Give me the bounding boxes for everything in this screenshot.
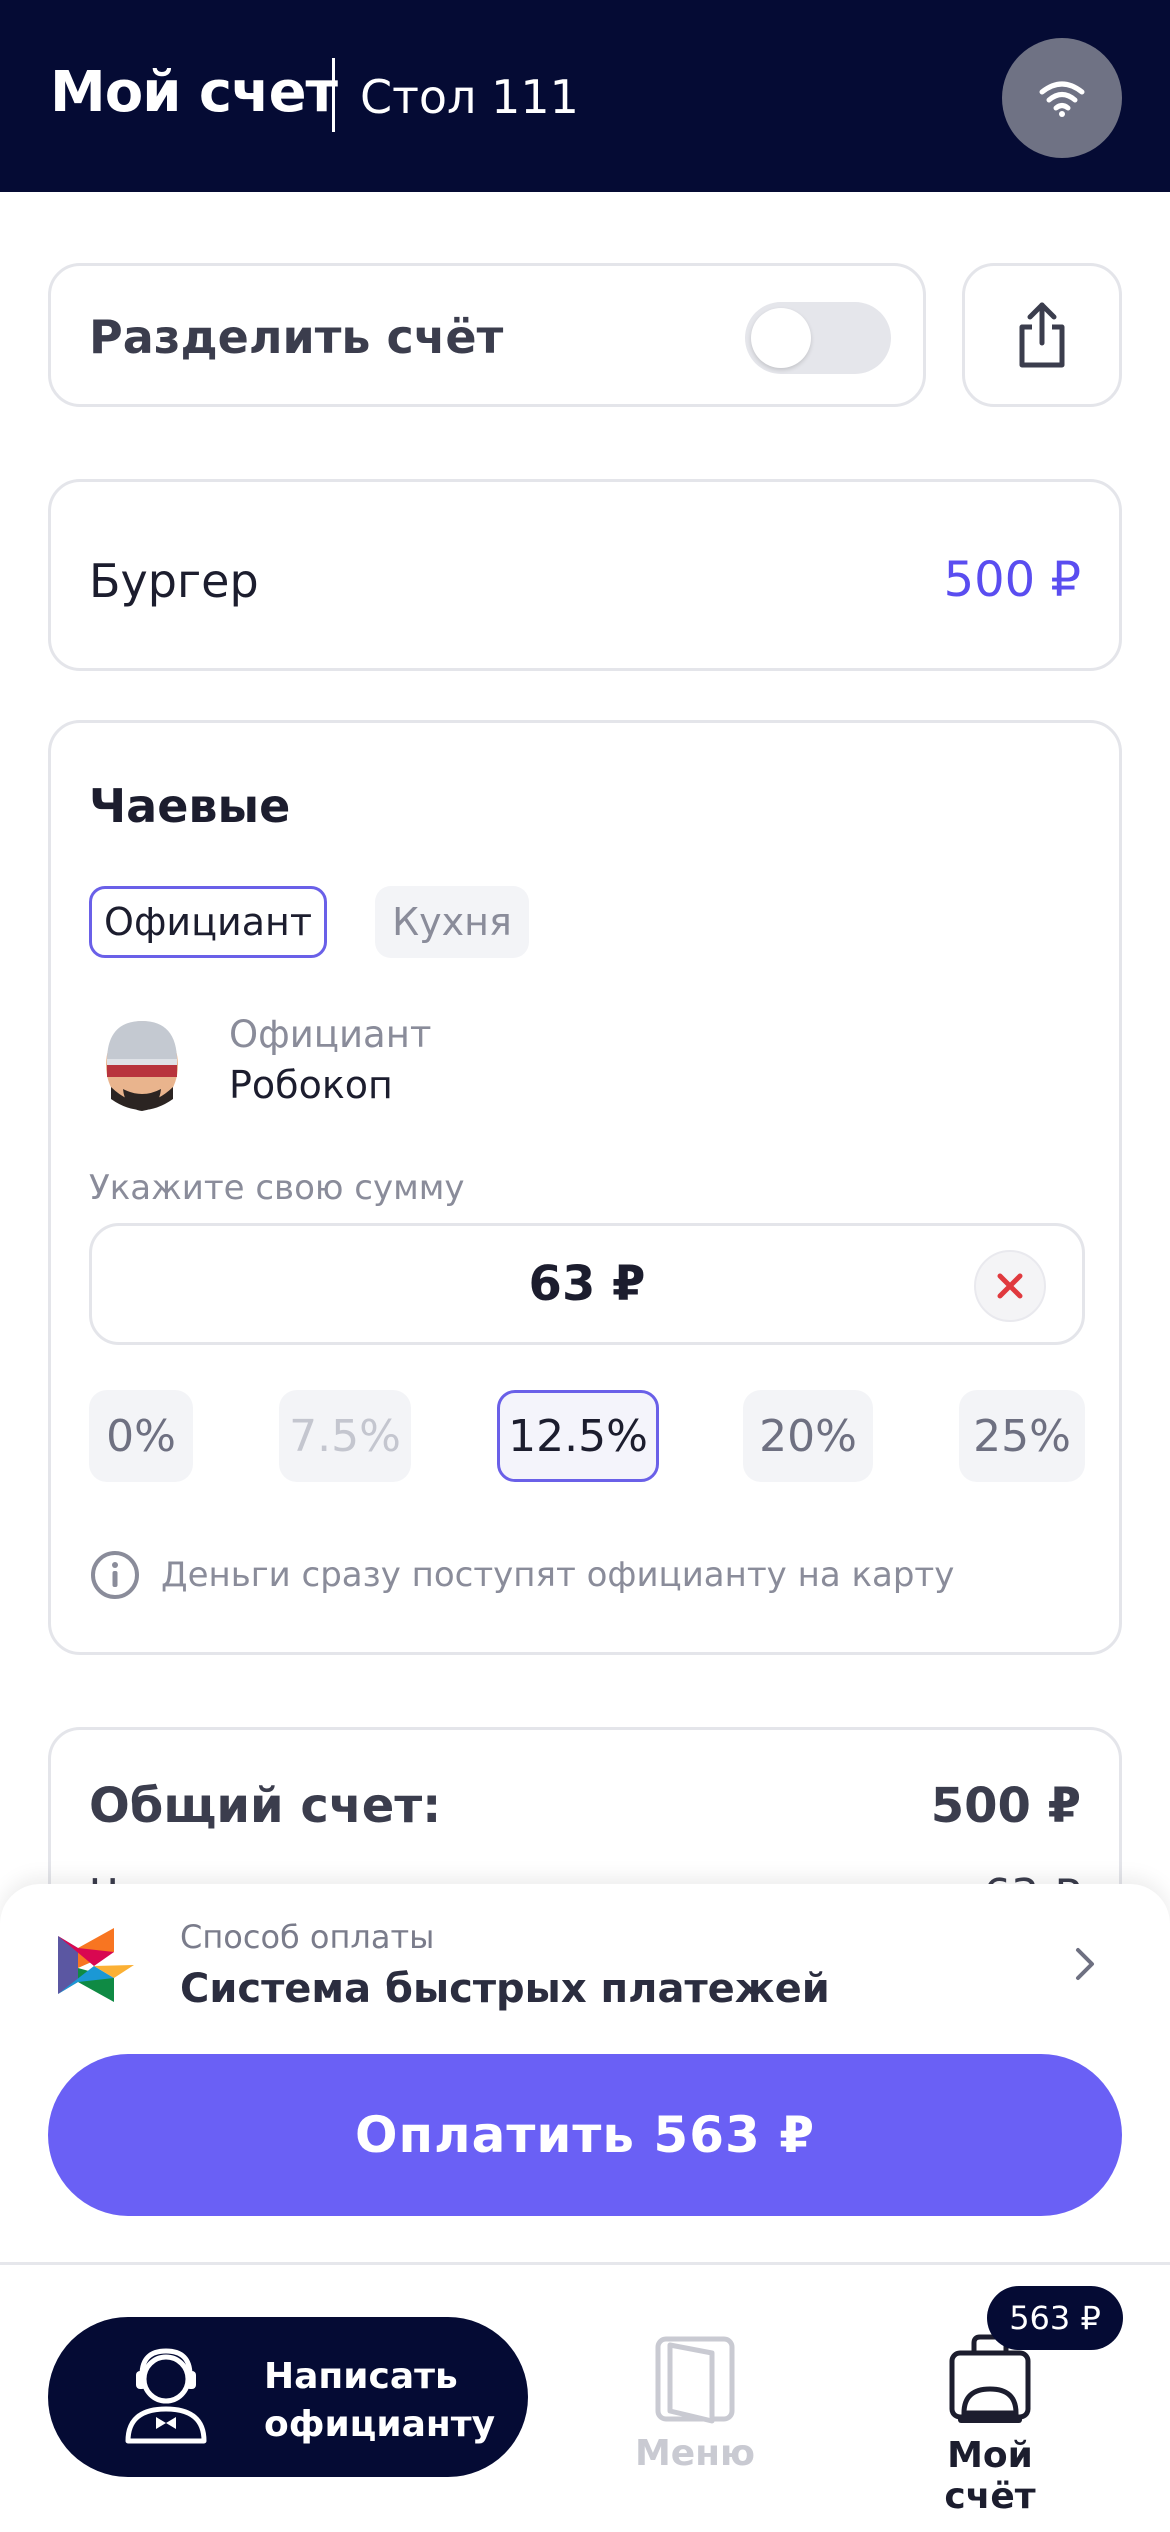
tab-my-bill-label: Мой счёт (944, 2435, 1036, 2517)
tip-amount-input[interactable]: 63 ₽ (89, 1223, 1085, 1345)
payment-method-label: Способ оплаты (180, 1918, 435, 1956)
clear-amount-button[interactable] (974, 1250, 1046, 1322)
tab-kitchen[interactable]: Кухня (375, 886, 529, 958)
tips-card: Чаевые Официант Кухня Официант Робокоп У… (48, 720, 1122, 1655)
item-price: 500 ₽ (943, 552, 1081, 608)
split-bill-card: Разделить счёт (48, 263, 926, 407)
tip-percent-12-5[interactable]: 12.5% (497, 1390, 659, 1482)
tips-title: Чаевые (89, 779, 291, 833)
tip-percent-7-5[interactable]: 7.5% (279, 1390, 411, 1482)
tips-info-text: Деньги сразу поступят официанту на карту (161, 1555, 955, 1595)
tip-amount-value: 63 ₽ (528, 1256, 646, 1312)
total-amount: 500 ₽ (930, 1778, 1081, 1834)
toggle-knob (751, 308, 811, 368)
split-bill-label: Разделить счёт (89, 310, 504, 364)
info-icon (91, 1551, 139, 1599)
wifi-icon (1039, 81, 1085, 117)
tab-waiter[interactable]: Официант (89, 886, 327, 958)
sbp-logo-icon (58, 1928, 134, 2002)
page-title: Мой счет (50, 60, 338, 125)
waiter-icon (125, 2348, 207, 2444)
wifi-button[interactable] (1002, 38, 1122, 158)
payment-method-value[interactable]: Система быстрых платежей (180, 1966, 830, 2012)
tab-menu[interactable]: Меню (630, 2333, 760, 2474)
call-waiter-button[interactable]: Написать официанту (48, 2317, 528, 2477)
pay-button[interactable]: Оплатить 563 ₽ (48, 2054, 1122, 2216)
tip-amount-label: Укажите свою сумму (89, 1168, 465, 1208)
share-button[interactable] (962, 263, 1122, 407)
share-icon (1019, 302, 1065, 368)
chevron-right-icon[interactable] (1070, 1944, 1100, 1984)
bill-total-badge: 563 ₽ (987, 2286, 1123, 2350)
tip-percent-25[interactable]: 25% (959, 1390, 1085, 1482)
app-header: Мой счет Стол 111 (0, 0, 1170, 192)
waiter-name: Робокоп (229, 1063, 393, 1107)
menu-book-icon (655, 2336, 735, 2424)
call-waiter-label: Написать официанту (264, 2356, 496, 2445)
total-label: Общий счет: (89, 1778, 442, 1834)
item-name: Бургер (89, 554, 259, 608)
table-label: Стол 111 (360, 70, 579, 124)
tip-percent-0[interactable]: 0% (89, 1390, 193, 1482)
tab-menu-label: Меню (634, 2433, 756, 2474)
order-item: Бургер 500 ₽ (48, 479, 1122, 671)
waiter-role: Официант (229, 1013, 432, 1056)
payment-sheet: Способ оплаты Система быстрых платежей О… (0, 1884, 1170, 2264)
tip-percent-20[interactable]: 20% (743, 1390, 873, 1482)
header-divider (332, 58, 335, 132)
split-bill-toggle[interactable] (745, 302, 891, 374)
waiter-avatar (106, 1021, 178, 1111)
tips-info: Деньги сразу поступят официанту на карту (89, 1549, 954, 1601)
close-icon (997, 1273, 1023, 1299)
